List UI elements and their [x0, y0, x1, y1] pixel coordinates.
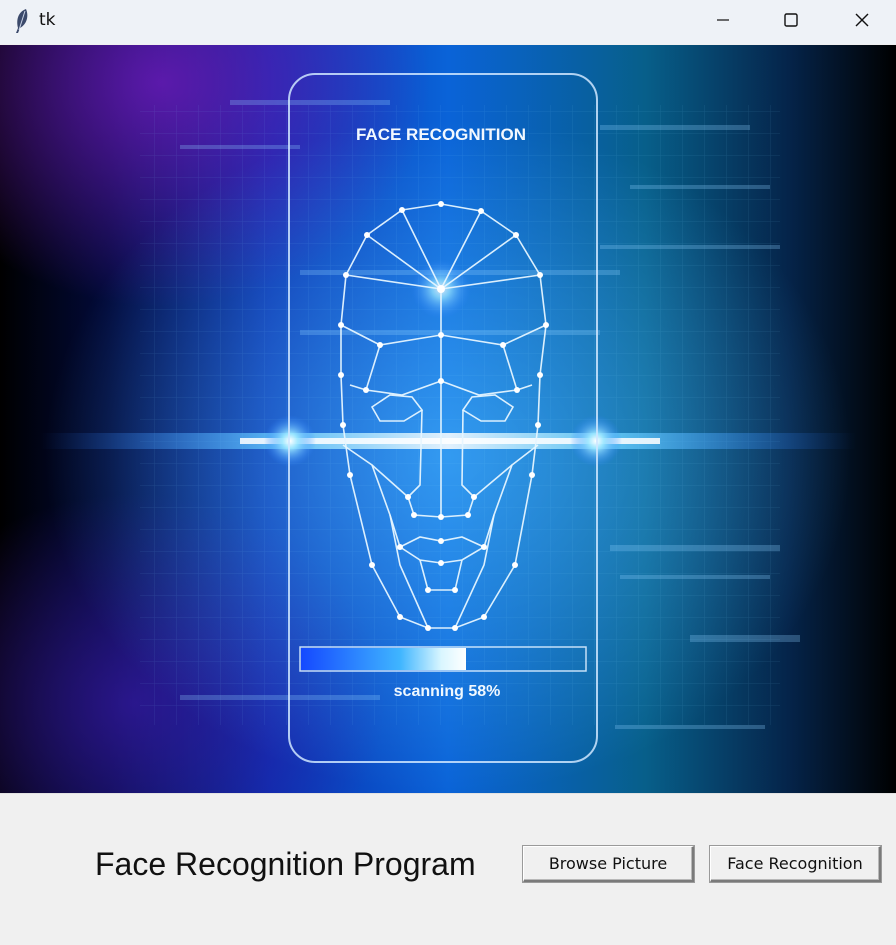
- panel-title: FACE RECOGNITION: [356, 125, 526, 144]
- window-title: tk: [39, 10, 56, 30]
- maximize-button[interactable]: [767, 0, 815, 40]
- face-recognition-button[interactable]: Face Recognition: [710, 846, 881, 882]
- browse-picture-button[interactable]: Browse Picture: [523, 846, 694, 882]
- close-button[interactable]: [838, 0, 886, 40]
- minimize-icon: [717, 19, 729, 21]
- maximize-icon: [784, 13, 798, 27]
- face-recognition-banner: FACE RECOGNITION scanning 58%: [0, 45, 896, 793]
- window-titlebar[interactable]: tk: [0, 0, 896, 44]
- minimize-button[interactable]: [699, 0, 747, 40]
- feather-icon: [12, 8, 32, 34]
- close-icon: [855, 13, 869, 27]
- scan-status-text: scanning 58%: [394, 683, 501, 700]
- program-title: Face Recognition Program: [95, 846, 476, 882]
- scan-progress-fill: [301, 648, 466, 670]
